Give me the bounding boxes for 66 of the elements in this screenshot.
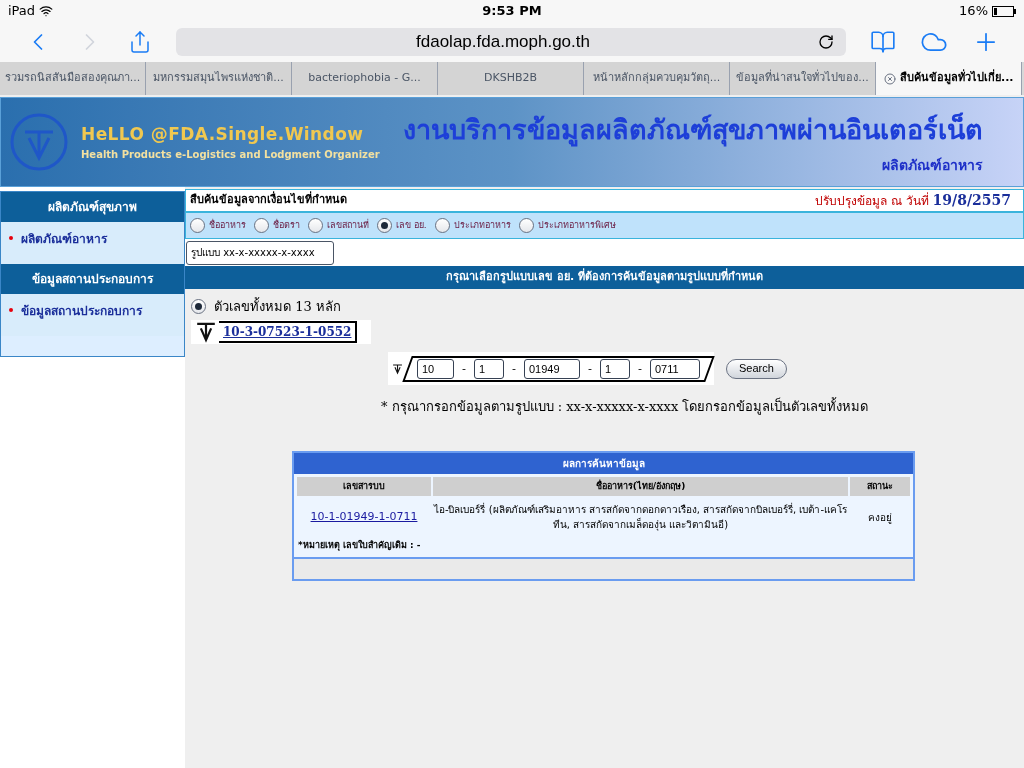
column-header: สถานะ (850, 476, 910, 496)
format-heading: กรุณาเลือกรูปแบบเลข อย. ที่ต้องการค้นข้อมูลตามรูปแบบที่กำหนด (185, 266, 1024, 289)
remark: *หมายเหตุ เลขใบสำคัญเดิม : - (297, 539, 422, 553)
radio-button[interactable] (377, 218, 392, 233)
radio-button[interactable] (191, 298, 206, 314)
clock: 9:53 PM (481, 2, 543, 21)
banner-title: งานบริการข้อมูลผลิตภัณฑ์สุขภาพผ่านอินเตอร์เน็ต (403, 111, 983, 149)
battery-level: 16% (959, 2, 988, 21)
separator: - (638, 360, 642, 377)
format-select[interactable]: รูปแบบ xx-x-xxxxx-x-xxxx (186, 240, 334, 265)
number-field[interactable]: 0711 (650, 358, 700, 379)
example-number: 10-3-07523-1-0552 (219, 321, 358, 343)
radio-button[interactable] (434, 218, 450, 233)
search-title: สืบค้นข้อมูลจากเงื่อนไขที่กำหนด (190, 192, 347, 209)
bookmarks-icon[interactable] (870, 29, 896, 55)
sidebar-heading: ข้อมูลสถานประกอบการ (1, 264, 184, 294)
radio-button[interactable] (518, 218, 534, 233)
number-field[interactable]: 1 (600, 358, 630, 379)
separator: - (512, 360, 517, 377)
number-field[interactable]: 1 (474, 358, 505, 379)
radio-label[interactable]: ประเภทอาหาร (453, 218, 511, 233)
browser-tab[interactable]: ข้อมูลที่น่าสนใจทั่วไปของ... (730, 62, 876, 95)
browser-tab[interactable]: รวมรถนิสสันมือสองคุณภา... (0, 62, 146, 95)
device-name: iPad (8, 2, 36, 21)
browser-tab[interactable]: bacteriophobia - G... (292, 62, 438, 95)
radio-label[interactable]: ชื่อตรา (273, 218, 300, 233)
fda-logo-icon (195, 321, 217, 343)
browser-tab[interactable]: หน้าหลักกลุ่มควบคุมวัตถุ... (584, 62, 730, 95)
battery-icon (992, 5, 1016, 17)
browser-tab[interactable]: สืบค้นข้อมูลทั่วไปเกี่ย... (876, 62, 1022, 95)
wifi-icon (39, 4, 54, 18)
radio-label[interactable]: ประเภทอาหารพิเศษ (537, 218, 616, 233)
sidebar-heading: ผลิตภัณฑ์สุขภาพ (1, 192, 184, 222)
fda-emblem-icon (9, 112, 69, 172)
number-field[interactable]: 01949 (524, 358, 581, 379)
update-date: 19/8/2557 (932, 191, 1011, 210)
radio-label[interactable]: ชื่ออาหาร (209, 218, 246, 233)
column-header: ชื่ออาหาร(ไทย/อังกฤษ) (433, 476, 848, 496)
number-field[interactable]: 10 (417, 358, 455, 379)
browser-tab[interactable]: มหกรรมสมุนไพรแห่งชาติ... (146, 62, 292, 95)
search-button[interactable]: Search (726, 358, 787, 379)
radio-button[interactable] (308, 218, 323, 233)
separator: - (588, 360, 592, 377)
radio-button[interactable] (190, 218, 205, 233)
reload-icon[interactable] (818, 34, 834, 50)
radio-button[interactable] (254, 218, 269, 233)
column-header: เลขสารบบ (297, 476, 431, 496)
banner-subtitle: ผลิตภัณฑ์อาหาร (882, 155, 983, 175)
bullet-icon (9, 308, 13, 312)
share-icon[interactable] (128, 30, 152, 54)
logo-subtitle: Health Products e-Logistics and Lodgment Organizer (81, 148, 380, 163)
option-label[interactable]: ตัวเลขทั้งหมด 13 หลัก (214, 296, 341, 316)
update-label: ปรับปรุงข้อมูล ณ วันที่ (814, 191, 929, 210)
results-title: ผลการค้นหาข้อมูล (294, 452, 913, 474)
radio-label[interactable]: เลขสถานที่ (327, 218, 369, 233)
browser-tab[interactable]: DKSHB2B (438, 62, 584, 95)
address-bar[interactable]: fdaolap.fda.moph.go.th (176, 28, 846, 56)
format-note: * กรุณากรอกข้อมูลตามรูปแบบ : xx-x-xxxxx-x-xxxx โดยกรอกข้อมูลเป็นตัวเลขทั้งหมด (381, 397, 870, 417)
table-cell-text: คงอยู่ (867, 510, 893, 526)
logo-title: HeLLO @FDA.Single.Window (81, 122, 365, 146)
close-icon[interactable] (884, 72, 896, 85)
table-cell-text: ไอ-บิลเบอร์รี่ (ผลิตภัณฑ์เสริมอาหาร สารสกัดจากดอกดาวเรือง, สารสกัดจากบิลเบอร์รี่, เบต้า-แคโรทีน, สารสกัดจากเมล็ดองุ่น และวิตามินอี) (433, 501, 848, 533)
radio-label[interactable]: เลข อย. (396, 218, 427, 233)
registration-link[interactable]: 10-1-01949-1-0711 (310, 508, 418, 526)
bullet-icon (9, 236, 13, 240)
separator: - (462, 360, 467, 377)
